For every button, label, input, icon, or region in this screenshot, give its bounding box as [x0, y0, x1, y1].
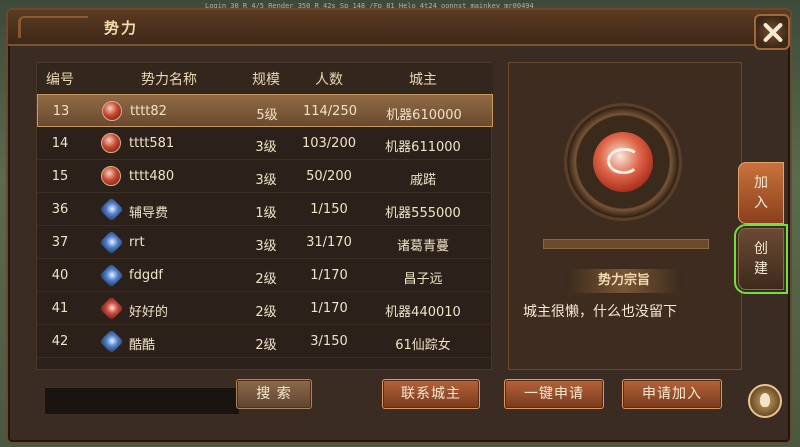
column-header-members: 人数: [315, 72, 343, 88]
contact-lord-button[interactable]: 联系城主: [382, 379, 480, 409]
row-members: 1/150: [310, 202, 348, 217]
purpose-text: 城主很懒，什么也没留下: [523, 304, 677, 320]
emblem-core: [593, 132, 653, 192]
row-level: 3级: [255, 140, 277, 155]
table-row[interactable]: 13 tttt82 5级 114/250 机器610000: [37, 94, 493, 127]
row-members: 103/200: [301, 136, 356, 151]
row-lord: 机器611000: [385, 140, 461, 155]
red-seal-icon: [101, 133, 121, 153]
faction-list: 编号 势力名称 规模 人数 城主 13 tttt82 5级 114/250 机器6100…: [36, 62, 493, 370]
row-members: 114/250: [302, 104, 357, 119]
row-lord: 戚蹃: [409, 173, 436, 188]
purpose-title: 势力宗旨: [565, 269, 683, 293]
create-tab-label: 创建: [754, 241, 768, 277]
row-id: 14: [51, 136, 69, 151]
row-members: 1/170: [310, 301, 348, 316]
row-id: 36: [51, 202, 69, 217]
row-faction-name: tttt82: [130, 104, 167, 119]
row-faction-name: fdgdf: [129, 268, 163, 283]
row-faction-name: tttt480: [129, 169, 175, 184]
row-lord: 昌子远: [403, 272, 443, 287]
blue-emblem-icon: [99, 329, 124, 354]
table-row[interactable]: 37 rrt 3级 31/170 诸葛青蔓: [37, 226, 493, 259]
column-header-lord: 城主: [409, 72, 437, 88]
row-id: 42: [51, 334, 69, 349]
row-faction-name: tttt581: [129, 136, 175, 151]
table-row[interactable]: 40 fdgdf 2级 1/170 昌子远: [37, 259, 493, 292]
row-id: 15: [51, 169, 69, 184]
row-level: 5级: [256, 108, 278, 123]
table-row[interactable]: 36 辅导费 1级 1/150 机器555000: [37, 193, 493, 226]
row-level: 2级: [255, 305, 277, 320]
create-tab-button[interactable]: 创建: [734, 224, 788, 294]
row-members: 50/200: [306, 169, 352, 184]
title-ornament: [18, 16, 88, 38]
table-header: 编号 势力名称 规模 人数 城主: [37, 63, 493, 93]
title-bar: 势力: [8, 10, 790, 46]
row-members: 3/150: [310, 334, 348, 349]
close-icon[interactable]: [754, 14, 790, 50]
avatar[interactable]: [748, 384, 782, 418]
table-row[interactable]: 14 tttt581 3级 103/200 机器611000: [37, 127, 493, 160]
search-button[interactable]: 搜 索: [236, 379, 312, 409]
faction-window: 势力 编号 势力名称 规模 人数 城主 13 tttt82 5级 114/250 机器6…: [6, 8, 792, 444]
column-header-id: 编号: [46, 72, 74, 88]
emblem-pedestal: [543, 239, 709, 249]
row-faction-name: 辅导费: [129, 206, 169, 221]
row-members: 31/170: [306, 235, 352, 250]
row-faction-name: 酷酷: [129, 338, 156, 353]
red-seal-icon: [102, 101, 122, 121]
row-id: 40: [51, 268, 69, 283]
table-row[interactable]: 42 酷酷 2级 3/150 61仙踪女: [37, 325, 493, 358]
row-lord: 诸葛青蔓: [396, 239, 449, 254]
apply-join-button[interactable]: 申请加入: [622, 379, 722, 409]
join-tab-label: 加入: [754, 175, 768, 211]
red-seal-icon: [101, 166, 121, 186]
row-lord: 61仙踪女: [395, 338, 451, 353]
blue-emblem-icon: [99, 263, 124, 288]
blue-emblem-icon: [99, 230, 124, 255]
red-emblem-icon: [99, 296, 124, 321]
row-id: 41: [51, 301, 69, 316]
window-title: 势力: [104, 19, 139, 37]
table-row[interactable]: 41 好好的 2级 1/170 机器440010: [37, 292, 493, 325]
row-members: 1/170: [310, 268, 348, 283]
row-level: 2级: [255, 338, 277, 353]
row-level: 3级: [255, 239, 277, 254]
row-faction-name: 好好的: [129, 305, 169, 320]
faction-beast-emblem-icon: [564, 103, 682, 221]
faction-detail: 势力宗旨 城主很懒，什么也没留下: [508, 62, 742, 370]
join-tab-button[interactable]: 加入: [738, 162, 784, 224]
row-faction-name: rrt: [129, 235, 145, 250]
one-click-apply-button[interactable]: 一键申请: [504, 379, 604, 409]
row-lord: 机器440010: [385, 305, 461, 320]
row-lord: 机器555000: [385, 206, 461, 221]
beast-icon: [607, 148, 639, 174]
row-level: 3级: [255, 173, 277, 188]
search-input[interactable]: [44, 387, 240, 415]
column-header-level: 规模: [252, 72, 280, 88]
column-header-name: 势力名称: [141, 72, 197, 88]
blue-emblem-icon: [99, 197, 124, 222]
table-row[interactable]: 15 tttt480 3级 50/200 戚蹃: [37, 160, 493, 193]
row-lord: 机器610000: [386, 108, 462, 123]
row-level: 1级: [255, 206, 277, 221]
row-id: 13: [52, 104, 70, 119]
row-id: 37: [51, 235, 69, 250]
row-level: 2级: [255, 272, 277, 287]
